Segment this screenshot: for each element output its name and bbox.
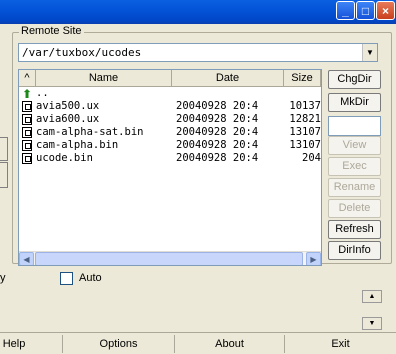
file-row[interactable]: ⬆.. (19, 87, 321, 101)
chevron-down-icon: ▼ (368, 320, 376, 327)
sort-column-header[interactable]: ^ (19, 70, 36, 87)
remote-file-list[interactable]: ^ Name Date Size ⬆.. avia500.ux 20040928 2… (18, 69, 322, 266)
chgdir-button[interactable]: ChgDir (328, 70, 381, 89)
left-panel-edge (0, 24, 8, 354)
about-button[interactable]: About (174, 335, 284, 353)
scroll-right-button[interactable]: ▶ (306, 252, 321, 265)
title-bar: _ □ × (0, 0, 396, 24)
dirinfo-button[interactable]: DirInfo (328, 241, 381, 260)
chevron-up-icon: ▲ (368, 293, 376, 300)
file-date: 20040928 20:4 (176, 139, 259, 151)
size-column-header[interactable]: Size (284, 70, 321, 87)
help-button[interactable]: Help (0, 335, 34, 353)
auto-label: Auto (79, 272, 102, 284)
mkdir-button[interactable]: MkDir (328, 93, 381, 112)
horizontal-scrollbar[interactable]: ◀ ▶ (19, 251, 321, 265)
file-icon (22, 114, 32, 125)
file-row[interactable]: ucode.bin 20040928 20:4 204 (19, 152, 321, 165)
file-row[interactable]: avia500.ux 20040928 20:4 10137 (19, 100, 321, 113)
file-name: ucode.bin (36, 152, 93, 164)
close-button[interactable]: × (376, 1, 395, 20)
remote-site-label: Remote Site (19, 25, 84, 37)
minimize-button[interactable]: _ (336, 1, 355, 20)
file-name: avia600.ux (36, 113, 100, 125)
delete-button[interactable]: Delete (328, 199, 381, 218)
bottom-button-bar: Help Options About Exit (0, 332, 396, 354)
file-date: 20040928 20:4 (176, 126, 259, 138)
name-column-header[interactable]: Name (36, 70, 172, 87)
file-rows: ⬆.. avia500.ux 20040928 20:4 10137 avia600.u… (19, 87, 321, 165)
scroll-thumb[interactable] (35, 252, 303, 265)
file-date: 20040928 20:4 (176, 152, 259, 164)
file-name: cam-alpha-sat.bin (36, 126, 144, 138)
file-size: 13107 (289, 126, 321, 138)
file-name: avia500.ux (36, 100, 100, 112)
chevron-right-icon: ▶ (310, 254, 317, 264)
options-button[interactable]: Options (62, 335, 174, 353)
close-icon: × (381, 3, 389, 18)
file-date: 20040928 20:4 (176, 113, 259, 125)
scroll-down-button[interactable]: ▼ (362, 317, 382, 330)
chevron-down-icon: ▼ (366, 48, 374, 57)
file-list-header: ^ Name Date Size (19, 70, 321, 87)
up-folder-icon: ⬆ (22, 87, 33, 101)
file-icon (22, 101, 32, 112)
left-panel-button[interactable] (0, 137, 8, 161)
chevron-left-icon: ◀ (23, 254, 30, 264)
file-row[interactable]: cam-alpha.bin 20040928 20:4 13107 (19, 139, 321, 152)
file-row[interactable]: avia600.ux 20040928 20:4 12821 (19, 113, 321, 126)
rename-button[interactable]: Rename (328, 178, 381, 197)
vertical-scrollbar[interactable]: ▲ ▼ (362, 290, 382, 330)
scroll-left-button[interactable]: ◀ (19, 252, 34, 265)
combo-dropdown-button[interactable]: ▼ (362, 44, 377, 61)
remote-path-combo[interactable]: /var/tuxbox/ucodes ▼ (18, 43, 378, 62)
file-row[interactable]: cam-alpha-sat.bin 20040928 20:4 13107 (19, 126, 321, 139)
left-panel-button[interactable] (0, 162, 8, 188)
remote-path-value: /var/tuxbox/ucodes (22, 46, 142, 59)
file-size: 12821 (289, 113, 321, 125)
date-column-header[interactable]: Date (172, 70, 284, 87)
file-icon (22, 140, 32, 151)
command-input[interactable] (328, 116, 381, 136)
file-name: cam-alpha.bin (36, 139, 119, 151)
scroll-up-button[interactable]: ▲ (362, 290, 382, 303)
file-size: 204 (302, 152, 321, 164)
file-size: 10137 (289, 100, 321, 112)
left-label-fragment: y (0, 272, 6, 284)
exec-button[interactable]: Exec (328, 157, 381, 176)
file-size: 13107 (289, 139, 321, 151)
maximize-button[interactable]: □ (356, 1, 375, 20)
auto-checkbox[interactable] (60, 272, 73, 285)
file-icon (22, 153, 32, 164)
maximize-icon: □ (361, 3, 370, 18)
minimize-icon: _ (342, 3, 349, 18)
file-date: 20040928 20:4 (176, 100, 259, 112)
view-button[interactable]: View (328, 136, 381, 155)
file-icon (22, 127, 32, 138)
file-name: .. (36, 87, 49, 99)
refresh-button[interactable]: Refresh (328, 220, 381, 239)
exit-button[interactable]: Exit (284, 335, 396, 353)
